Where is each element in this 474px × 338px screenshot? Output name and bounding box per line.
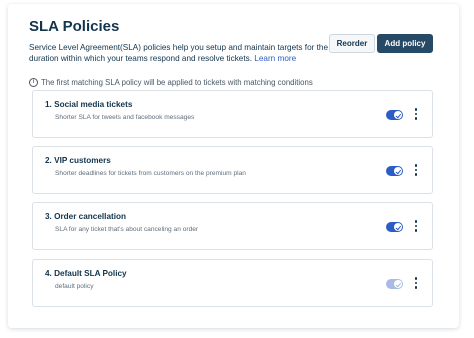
page-title: SLA Policies — [29, 18, 120, 35]
info-text: The first matching SLA policy will be ap… — [41, 78, 313, 87]
check-icon — [394, 167, 402, 175]
policy-name: 4. Default SLA Policy — [45, 269, 127, 278]
policy-name: 3. Order cancellation — [45, 212, 126, 221]
policy-card[interactable]: 3. Order cancellation SLA for any ticket… — [32, 202, 433, 250]
reorder-button[interactable]: Reorder — [329, 34, 375, 53]
policy-enabled-toggle[interactable] — [386, 166, 403, 176]
policy-name: 2. VIP customers — [45, 156, 111, 165]
check-icon — [394, 223, 402, 231]
policy-card[interactable]: 2. VIP customers Shorter deadlines for t… — [32, 146, 433, 194]
more-options-icon[interactable] — [412, 162, 420, 178]
more-options-icon[interactable] — [412, 218, 420, 234]
check-icon — [394, 111, 402, 119]
policy-card[interactable]: 1. Social media tickets Shorter SLA for … — [32, 90, 433, 138]
policy-name: 1. Social media tickets — [45, 100, 133, 109]
policy-card[interactable]: 4. Default SLA Policy default policy — [32, 259, 433, 307]
add-policy-button[interactable]: Add policy — [377, 34, 433, 53]
policy-description: SLA for any ticket that's about cancelin… — [55, 226, 199, 233]
policy-description: Shorter SLA for tweets and facebook mess… — [55, 114, 195, 121]
info-circle-icon: i — [29, 78, 38, 87]
policy-description: Shorter deadlines for tickets from custo… — [55, 170, 246, 177]
info-note: i The first matching SLA policy will be … — [29, 78, 313, 87]
check-icon — [394, 280, 402, 288]
policy-enabled-toggle[interactable] — [386, 222, 403, 232]
page-description: Service Level Agreement(SLA) policies he… — [29, 42, 329, 64]
policy-enabled-toggle — [386, 279, 403, 289]
learn-more-link[interactable]: Learn more — [254, 54, 296, 63]
more-options-icon[interactable] — [412, 275, 420, 291]
policy-enabled-toggle[interactable] — [386, 110, 403, 120]
policy-description: default policy — [55, 283, 94, 290]
more-options-icon[interactable] — [412, 106, 420, 122]
